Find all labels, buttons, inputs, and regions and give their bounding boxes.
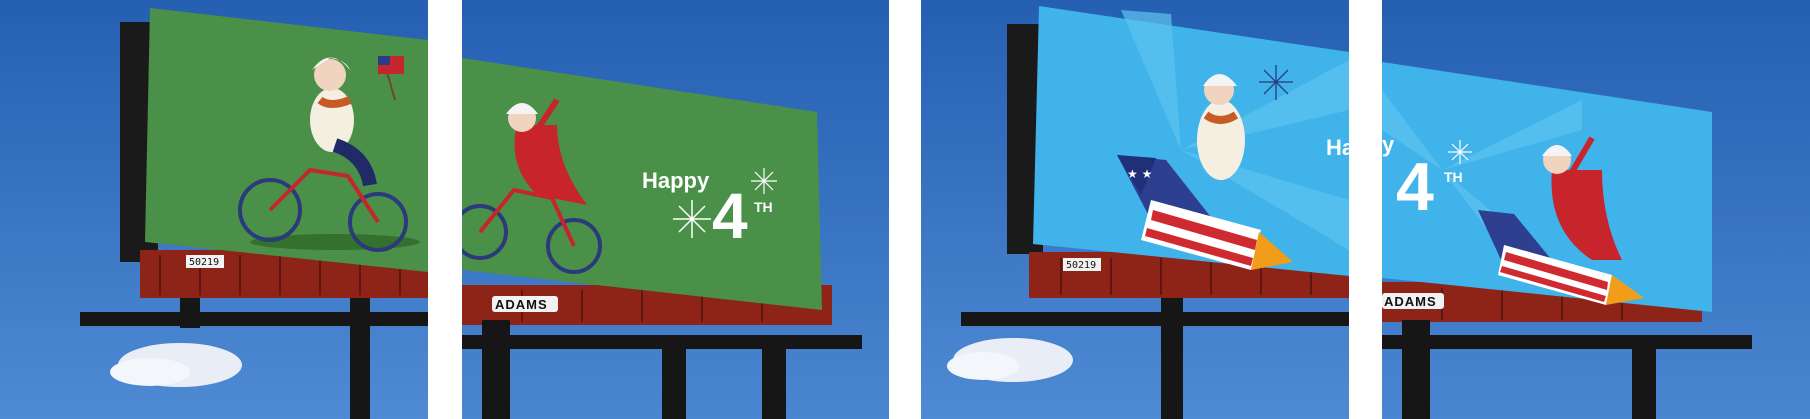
billboard-photo-3: ★ ★ Ha 50219 xyxy=(921,0,1349,419)
svg-text:★ ★: ★ ★ xyxy=(1127,167,1152,181)
greeting-fragment: Ha xyxy=(1326,135,1349,160)
greeting-fragment: y xyxy=(1382,132,1395,157)
billboard-photo-2: Happy 4 TH ADAMS xyxy=(462,0,889,419)
greeting-text: Happy xyxy=(642,168,710,193)
panel-id-tag: 50219 xyxy=(189,257,219,268)
date-suffix: TH xyxy=(1444,169,1463,185)
date-number: 4 xyxy=(712,180,748,252)
billboard-board xyxy=(145,8,428,272)
date-suffix: TH xyxy=(754,199,773,215)
panel-id-tag: 50219 xyxy=(1066,260,1096,271)
billboard-photo-1: 50219 xyxy=(0,0,428,419)
brand-label: ADAMS xyxy=(1384,294,1437,309)
brand-label: ADAMS xyxy=(495,297,548,312)
catwalk-base xyxy=(80,312,428,326)
billboard-photo-4: y 4 TH ADAMS xyxy=(1382,0,1810,419)
date-number: 4 xyxy=(1396,149,1434,225)
